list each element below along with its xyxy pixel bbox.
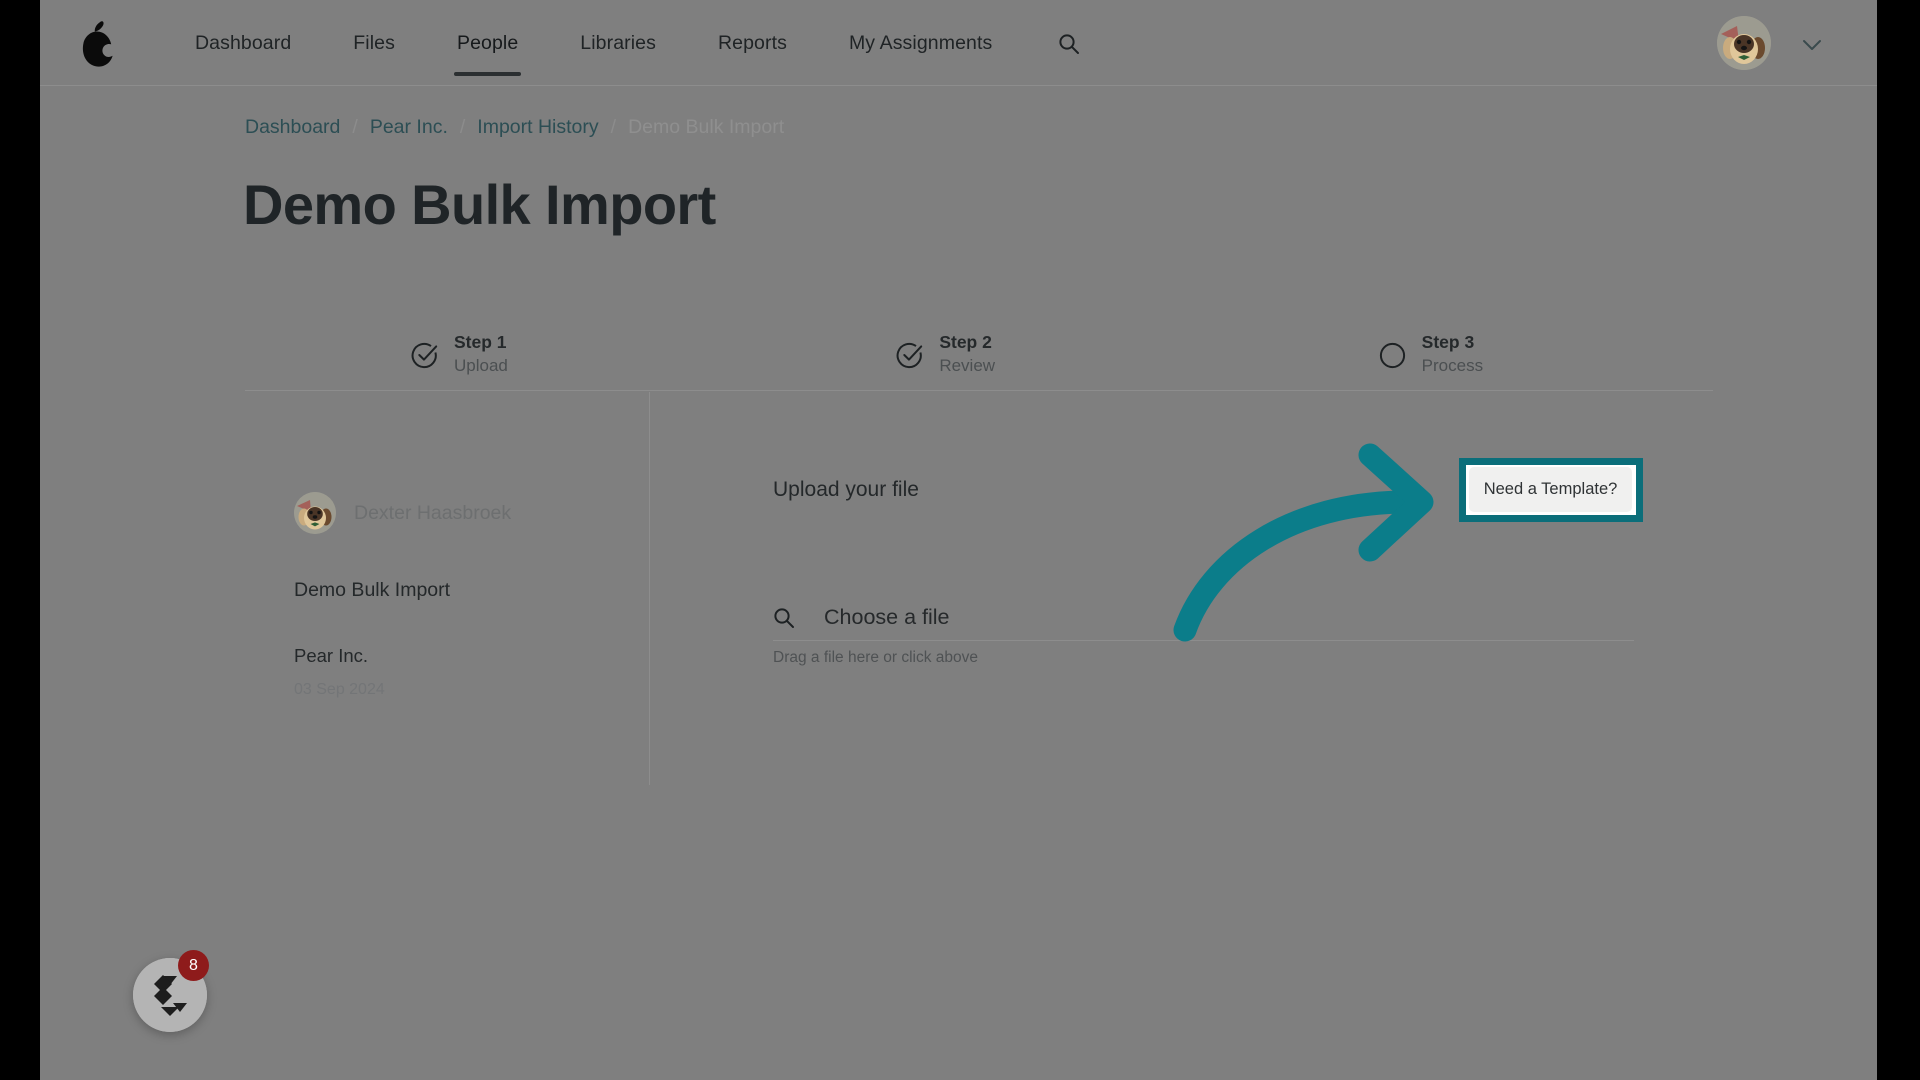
breadcrumb: Dashboard / Pear Inc. / Import History /… [245,116,784,139]
breadcrumb-item-current: Demo Bulk Import [628,116,785,138]
need-a-template-button[interactable]: Need a Template? [1469,467,1632,512]
nav-item-files[interactable]: Files [353,32,395,55]
choose-file-label: Choose a file [824,605,950,629]
summary-user-name: Dexter Haasbroek [354,501,512,524]
nav-links: Dashboard Files People Libraries Reports… [195,0,1054,86]
breadcrumb-separator: / [610,116,617,138]
check-circle-icon [896,342,923,369]
pear-logo-icon[interactable] [69,14,125,72]
stepper-step-2[interactable]: Step 2 Review [745,318,1230,390]
check-circle-icon [411,342,438,369]
stepper-step-2-sub: Review [939,355,996,375]
stepper-step-3-sub: Process [1421,355,1484,375]
stepper-step-2-name: Step 2 [939,332,992,353]
chevron-down-icon[interactable] [1802,38,1822,50]
top-navbar: Dashboard Files People Libraries Reports… [40,0,1877,86]
screen: Dashboard Files People Libraries Reports… [0,0,1920,1080]
avatar [294,492,336,534]
search-icon[interactable] [1058,33,1080,55]
upload-heading: Upload your file [773,478,919,501]
import-summary-sidebar: Dexter Haasbroek Demo Bulk Import Pear I… [294,492,604,699]
stepper-step-3[interactable]: Step 3 Process [1231,318,1713,390]
summary-organisation: Pear Inc. [294,645,369,666]
search-icon [773,607,795,629]
breadcrumb-item-import-history[interactable]: Import History [477,116,598,139]
stepper-step-3-name: Step 3 [1421,332,1475,353]
stepper-step-1[interactable]: Step 1 Upload [245,318,745,390]
nav-item-reports[interactable]: Reports [718,32,787,55]
column-divider [649,392,650,785]
breadcrumb-item-pear-inc[interactable]: Pear Inc. [370,116,448,139]
stepper: Step 1 Upload Step 2 Review Step 3 Proce… [245,318,1713,391]
breadcrumb-separator: / [459,116,466,138]
breadcrumb-item-dashboard[interactable]: Dashboard [245,116,340,139]
nav-item-dashboard[interactable]: Dashboard [195,32,291,55]
page-title: Demo Bulk Import [243,173,716,236]
nav-item-my-assignments[interactable]: My Assignments [849,32,992,55]
nav-item-people[interactable]: People [453,32,522,76]
summary-user: Dexter Haasbroek [294,492,604,534]
empty-circle-icon [1379,342,1406,369]
choose-file-input[interactable]: Choose a file [773,595,1634,641]
breadcrumb-separator: / [352,116,358,138]
drag-file-hint: Drag a file here or click above [773,649,979,666]
summary-date: 03 Sep 2024 [294,681,385,698]
avatar[interactable] [1717,16,1771,70]
stepper-step-1-name: Step 1 [454,332,507,353]
help-badge-count: 8 [178,950,209,981]
app-viewport: Dashboard Files People Libraries Reports… [40,0,1877,1080]
nav-item-libraries[interactable]: Libraries [580,32,656,55]
stepper-step-1-sub: Upload [454,355,508,375]
summary-job-name: Demo Bulk Import [294,579,451,601]
